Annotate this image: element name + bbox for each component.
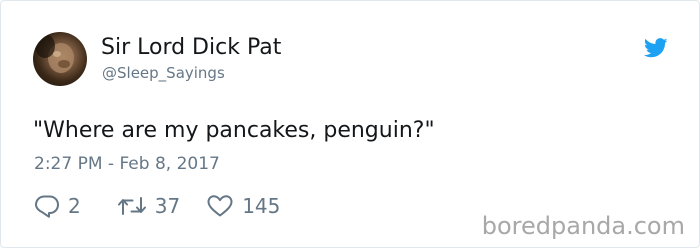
user-handle[interactable]: @Sleep_Sayings — [102, 64, 225, 82]
tweet-actions: 2 37 145 — [34, 192, 280, 220]
like-count: 145 — [242, 194, 281, 218]
watermark: boredpanda.com — [481, 212, 685, 240]
retweet-count: 37 — [154, 194, 181, 218]
retweet-button[interactable]: 37 — [117, 194, 180, 218]
reply-button[interactable]: 2 — [34, 194, 81, 218]
display-name[interactable]: Sir Lord Dick Pat — [101, 35, 281, 60]
avatar[interactable] — [33, 32, 87, 86]
retweet-icon — [117, 194, 147, 218]
heart-icon — [206, 194, 234, 218]
like-button[interactable]: 145 — [206, 194, 280, 218]
tweet-card: Sir Lord Dick Pat @Sleep_Sayings "Where … — [0, 0, 700, 248]
twitter-bird-icon[interactable] — [643, 38, 668, 58]
reply-icon — [34, 194, 60, 218]
reply-count: 2 — [68, 194, 81, 218]
tweet-timestamp[interactable]: 2:27 PM - Feb 8, 2017 — [34, 154, 220, 174]
tweet-text: "Where are my pancakes, penguin?" — [33, 118, 435, 143]
